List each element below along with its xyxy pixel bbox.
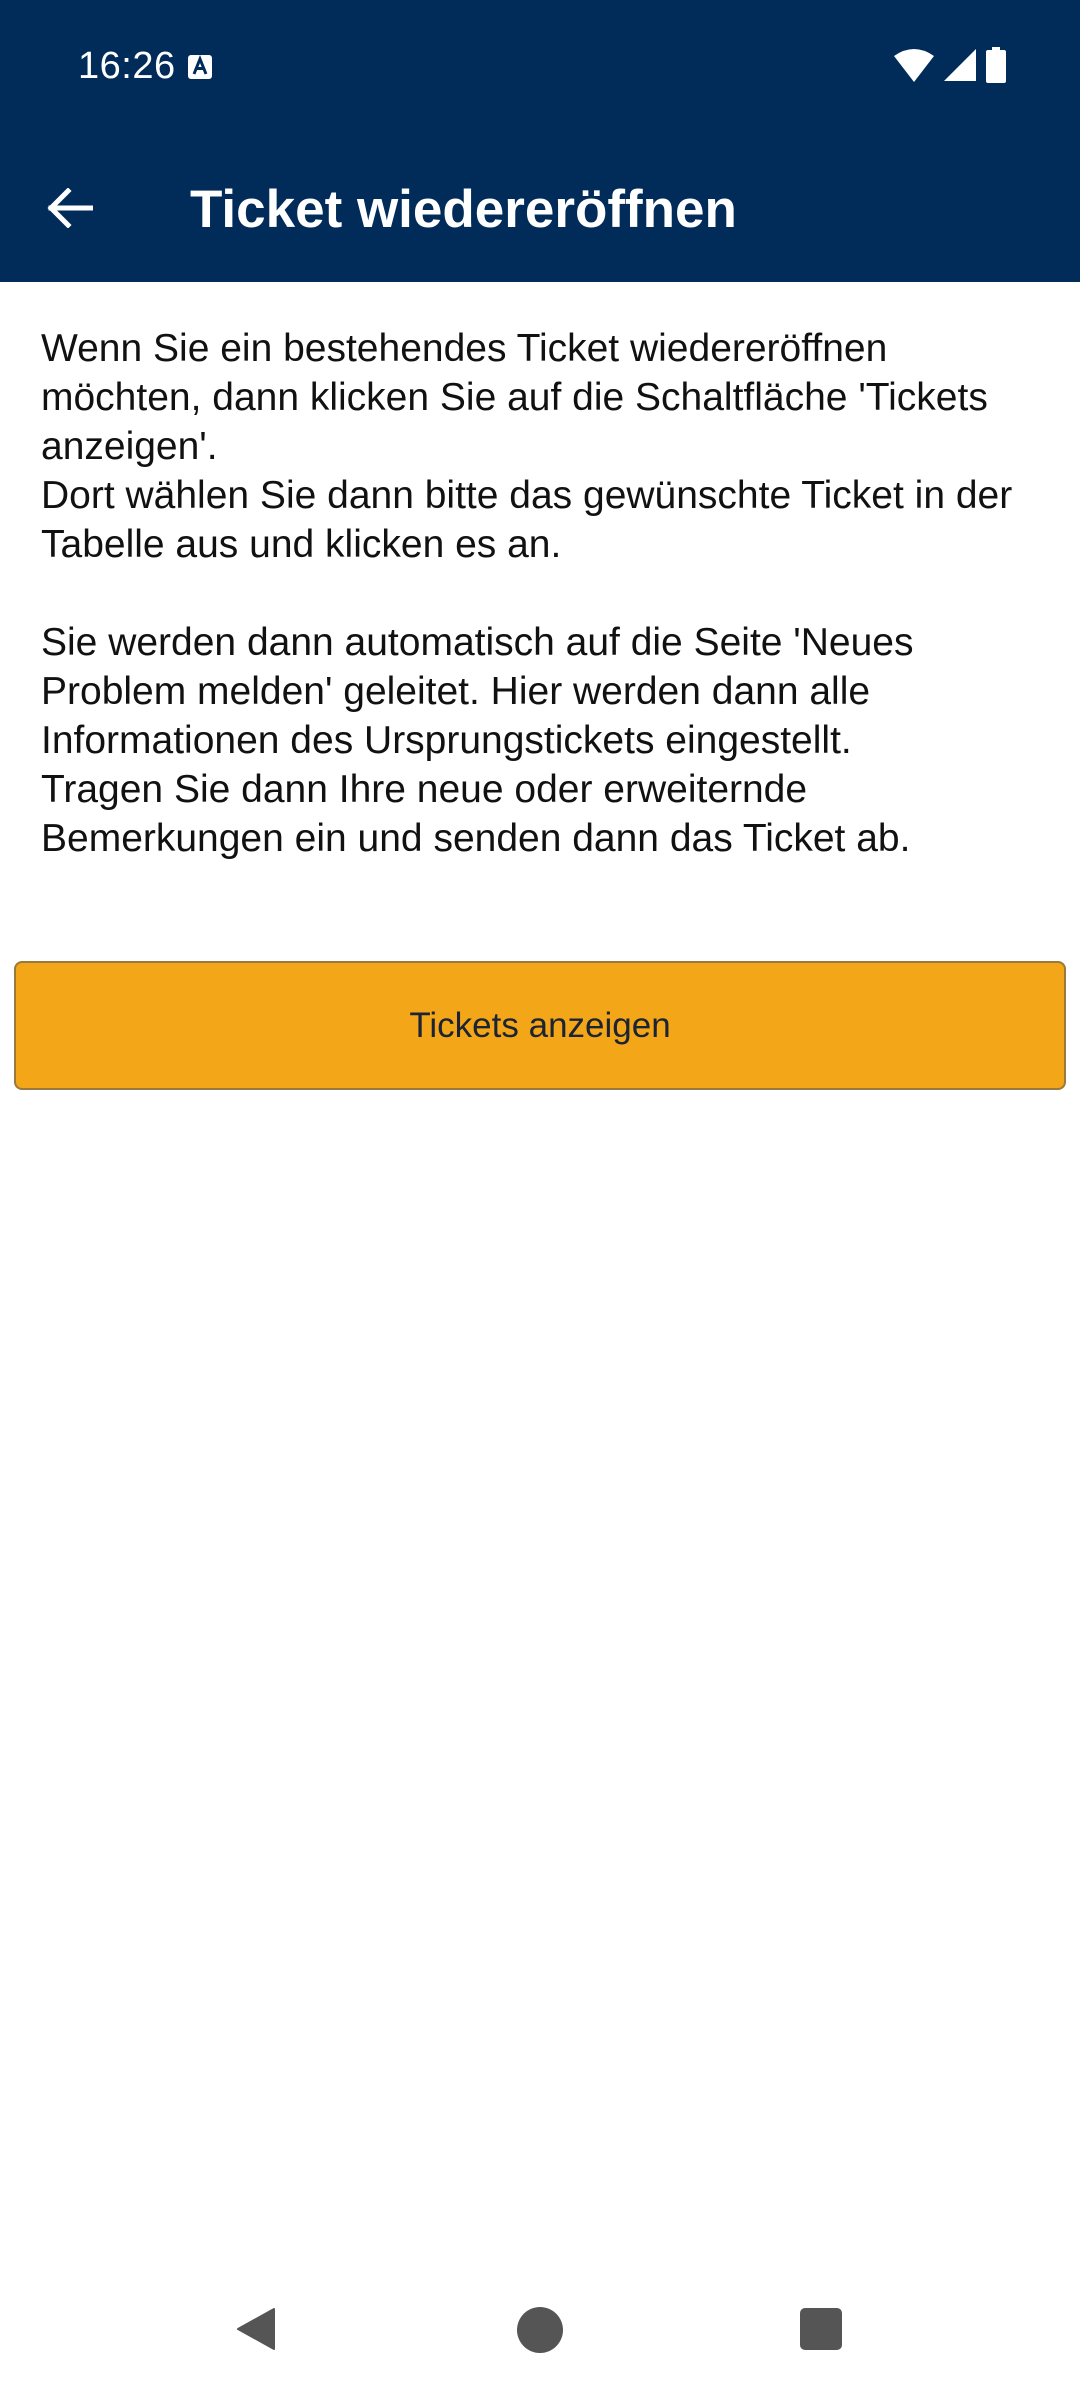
arrow-left-icon bbox=[47, 186, 94, 233]
show-tickets-button[interactable]: Tickets anzeigen bbox=[14, 961, 1066, 1090]
nav-recents-icon[interactable] bbox=[800, 2308, 842, 2350]
system-nav-bar bbox=[0, 2280, 1080, 2400]
back-button[interactable] bbox=[30, 170, 110, 250]
status-icons bbox=[894, 46, 1006, 88]
a-notification-icon bbox=[187, 54, 213, 80]
status-bar: 16:26 bbox=[0, 0, 1080, 134]
instruction-line: Sie werden dann automatisch auf die Seit… bbox=[41, 621, 914, 762]
instruction-line: Dort wählen Sie dann bitte das gewünscht… bbox=[41, 474, 1013, 566]
page-title: Ticket wiedereröffnen bbox=[190, 180, 737, 239]
instruction-line: Tragen Sie dann Ihre neue oder erweitern… bbox=[41, 768, 911, 860]
battery-icon bbox=[986, 46, 1006, 88]
status-time: 16:26 bbox=[78, 45, 176, 87]
instruction-line: Wenn Sie ein bestehendes Ticket wiederer… bbox=[41, 327, 988, 468]
instructions-text: Wenn Sie ein bestehendes Ticket wiederer… bbox=[41, 324, 1041, 863]
wifi-icon bbox=[894, 48, 934, 87]
app-bar: Ticket wiedereröffnen bbox=[0, 134, 1080, 282]
nav-back-icon[interactable] bbox=[234, 2307, 278, 2351]
signal-icon bbox=[944, 48, 976, 86]
nav-home-icon[interactable] bbox=[517, 2307, 563, 2353]
